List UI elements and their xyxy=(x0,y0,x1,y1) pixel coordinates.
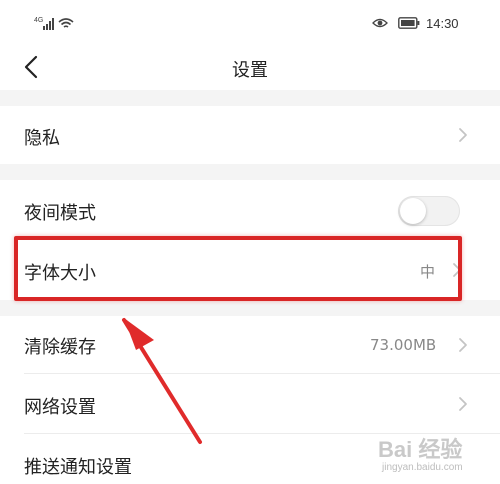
night-mode-toggle[interactable] xyxy=(398,196,460,226)
battery-icon xyxy=(398,17,420,29)
signal-label: 4G xyxy=(34,17,43,24)
highlight-box xyxy=(14,236,462,301)
page-title: 设置 xyxy=(232,60,268,81)
status-time: 14:30 xyxy=(426,15,459,31)
toggle-knob xyxy=(400,198,426,224)
section-gap xyxy=(0,300,500,316)
status-bar: 4G 14:30 xyxy=(0,0,500,44)
watermark-url: jingyan.baidu.com xyxy=(382,462,463,473)
settings-row-network[interactable]: 网络设置 xyxy=(0,374,500,434)
signal-icon: 4G xyxy=(34,17,74,30)
chevron-right-icon xyxy=(459,397,467,411)
eye-icon xyxy=(372,18,388,28)
row-label: 夜间模式 xyxy=(24,203,96,224)
row-label: 清除缓存 xyxy=(24,337,96,358)
watermark: Bai 经验 jingyan.baidu.com xyxy=(378,428,496,480)
row-label: 隐私 xyxy=(24,128,60,149)
pointer-arrow-icon xyxy=(122,318,202,444)
cache-size-value: 73.00MB xyxy=(370,336,437,354)
row-label: 网络设置 xyxy=(24,397,96,418)
section-gap xyxy=(0,164,500,180)
row-label: 推送通知设置 xyxy=(24,457,132,478)
settings-row-night-mode: 夜间模式 xyxy=(0,180,500,240)
chevron-right-icon xyxy=(459,128,467,142)
status-right: 14:30 xyxy=(372,14,459,32)
watermark-logo: Bai 经验 xyxy=(378,437,463,462)
settings-row-clear-cache[interactable]: 清除缓存 73.00MB xyxy=(0,316,500,374)
chevron-right-icon xyxy=(459,338,467,352)
nav-bar: 设置 xyxy=(0,44,500,90)
section-gap xyxy=(0,90,500,106)
settings-row-privacy[interactable]: 隐私 xyxy=(0,106,500,164)
wifi-icon xyxy=(58,18,74,28)
